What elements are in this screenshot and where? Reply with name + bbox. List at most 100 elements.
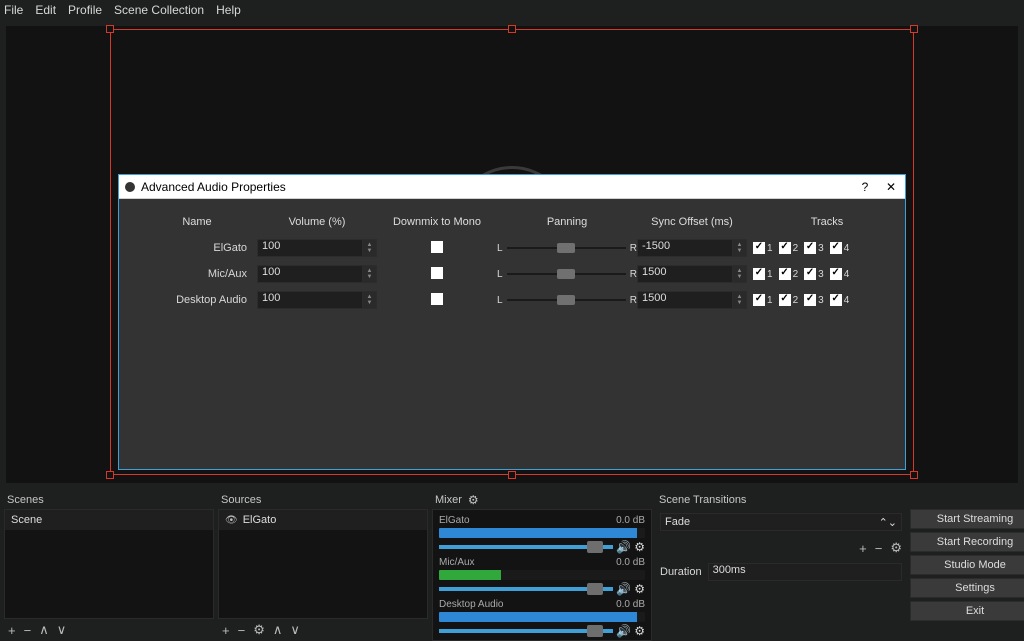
sync-offset-input[interactable]: -1500 [637,239,733,257]
scenes-title: Scenes [4,491,214,509]
resize-handle[interactable] [508,471,516,479]
settings-button[interactable]: Settings [910,578,1024,598]
downmix-checkbox[interactable] [431,241,443,253]
move-scene-down-button[interactable]: ∨ [57,622,67,638]
track-4-checkbox[interactable] [830,294,842,306]
mixer-channel-name: Desktop Audio [439,599,504,610]
menu-edit[interactable]: Edit [35,3,56,17]
transition-properties-button[interactable]: ⚙ [890,540,902,556]
menu-profile[interactable]: Profile [68,3,102,17]
track-4-checkbox[interactable] [830,242,842,254]
exit-button[interactable]: Exit [910,601,1024,621]
resize-handle[interactable] [508,25,516,33]
duration-input[interactable]: 300ms [708,563,902,581]
sync-offset-input[interactable]: 1500 [637,291,733,309]
track-3-checkbox[interactable] [804,242,816,254]
volume-slider-thumb[interactable] [587,583,603,595]
duration-label: Duration [660,566,702,578]
resize-handle[interactable] [910,471,918,479]
track-1-checkbox[interactable] [753,242,765,254]
track-checkboxes: 1 2 3 4 [747,242,907,254]
pan-slider[interactable] [507,247,626,249]
remove-source-button[interactable]: − [238,623,246,638]
mixer-channel: Mic/Aux 0.0 dB 🔊 ⚙ [433,554,651,596]
track-1-checkbox[interactable] [753,294,765,306]
column-headers: Name Volume (%) Downmix to Mono Panning … [137,209,887,235]
move-source-down-button[interactable]: ∨ [290,622,300,638]
source-properties-button[interactable]: ⚙ [253,622,265,638]
volume-input[interactable]: 100 [257,239,363,257]
channel-gear-icon[interactable]: ⚙ [634,582,645,596]
volume-slider[interactable] [439,629,613,633]
pan-slider[interactable] [507,273,626,275]
resize-handle[interactable] [910,25,918,33]
remove-transition-button[interactable]: − [875,541,883,556]
sync-spinner[interactable]: ▲▼ [733,291,747,309]
pan-right-label: R [630,295,637,306]
volume-spinner[interactable]: ▲▼ [363,239,377,257]
volume-slider-thumb[interactable] [587,625,603,637]
add-scene-button[interactable]: + [8,623,16,638]
sources-list[interactable]: ElGato [218,509,428,619]
menu-file[interactable]: File [4,3,23,17]
track-3-checkbox[interactable] [804,294,816,306]
mixer-channel-db: 0.0 dB [616,557,645,568]
speaker-icon[interactable]: 🔊 [616,540,631,554]
pan-slider-thumb[interactable] [557,295,575,305]
sync-spinner[interactable]: ▲▼ [733,239,747,257]
mixer-gear-icon[interactable]: ⚙ [468,493,479,507]
sync-spinner[interactable]: ▲▼ [733,265,747,283]
speaker-icon[interactable]: 🔊 [616,582,631,596]
channel-gear-icon[interactable]: ⚙ [634,540,645,554]
volume-slider[interactable] [439,545,613,549]
speaker-icon[interactable]: 🔊 [616,624,631,638]
channel-gear-icon[interactable]: ⚙ [634,624,645,638]
sources-toolbar: + − ⚙ ∧ ∨ [218,619,428,641]
volume-spinner[interactable]: ▲▼ [363,291,377,309]
pan-slider[interactable] [507,299,626,301]
track-3-checkbox[interactable] [804,268,816,280]
studio-mode-button[interactable]: Studio Mode [910,555,1024,575]
resize-handle[interactable] [106,471,114,479]
pan-slider-thumb[interactable] [557,243,575,253]
pan-slider-thumb[interactable] [557,269,575,279]
track-2-checkbox[interactable] [779,294,791,306]
scene-item[interactable]: Scene [5,510,213,530]
dialog-titlebar[interactable]: Advanced Audio Properties ? ✕ [119,175,905,199]
volume-input[interactable]: 100 [257,265,363,283]
menu-help[interactable]: Help [216,3,241,17]
sync-offset-input[interactable]: 1500 [637,265,733,283]
source-item[interactable]: ElGato [219,510,427,530]
track-checkboxes: 1 2 3 4 [747,268,907,280]
mixer-channel: Desktop Audio0.0 dB 🔊 ⚙ [433,596,651,638]
track-2-checkbox[interactable] [779,242,791,254]
transition-select[interactable]: Fade ⌃⌄ [660,513,902,531]
downmix-checkbox[interactable] [431,267,443,279]
track-1-label: 1 [767,295,773,306]
track-3-label: 3 [818,269,824,280]
add-transition-button[interactable]: + [859,541,867,556]
volume-input[interactable]: 100 [257,291,363,309]
scenes-list[interactable]: Scene [4,509,214,619]
dialog-close-button[interactable]: ✕ [883,180,899,194]
remove-scene-button[interactable]: − [24,623,32,638]
move-scene-up-button[interactable]: ∧ [39,622,49,638]
dialog-help-button[interactable]: ? [857,180,873,194]
track-2-checkbox[interactable] [779,268,791,280]
start-recording-button[interactable]: Start Recording [910,532,1024,552]
menu-scene-collection[interactable]: Scene Collection [114,3,204,17]
track-4-checkbox[interactable] [830,268,842,280]
downmix-checkbox[interactable] [431,293,443,305]
volume-slider-thumb[interactable] [587,541,603,553]
mixer-level-meter [439,570,645,580]
start-streaming-button[interactable]: Start Streaming [910,509,1024,529]
resize-handle[interactable] [106,25,114,33]
mixer-channel-name: Mic/Aux [439,557,475,568]
dialog-body: Name Volume (%) Downmix to Mono Panning … [119,199,905,323]
volume-slider[interactable] [439,587,613,591]
advanced-audio-dialog: Advanced Audio Properties ? ✕ Name Volum… [118,174,906,470]
track-1-checkbox[interactable] [753,268,765,280]
volume-spinner[interactable]: ▲▼ [363,265,377,283]
add-source-button[interactable]: + [222,623,230,638]
move-source-up-button[interactable]: ∧ [273,622,283,638]
